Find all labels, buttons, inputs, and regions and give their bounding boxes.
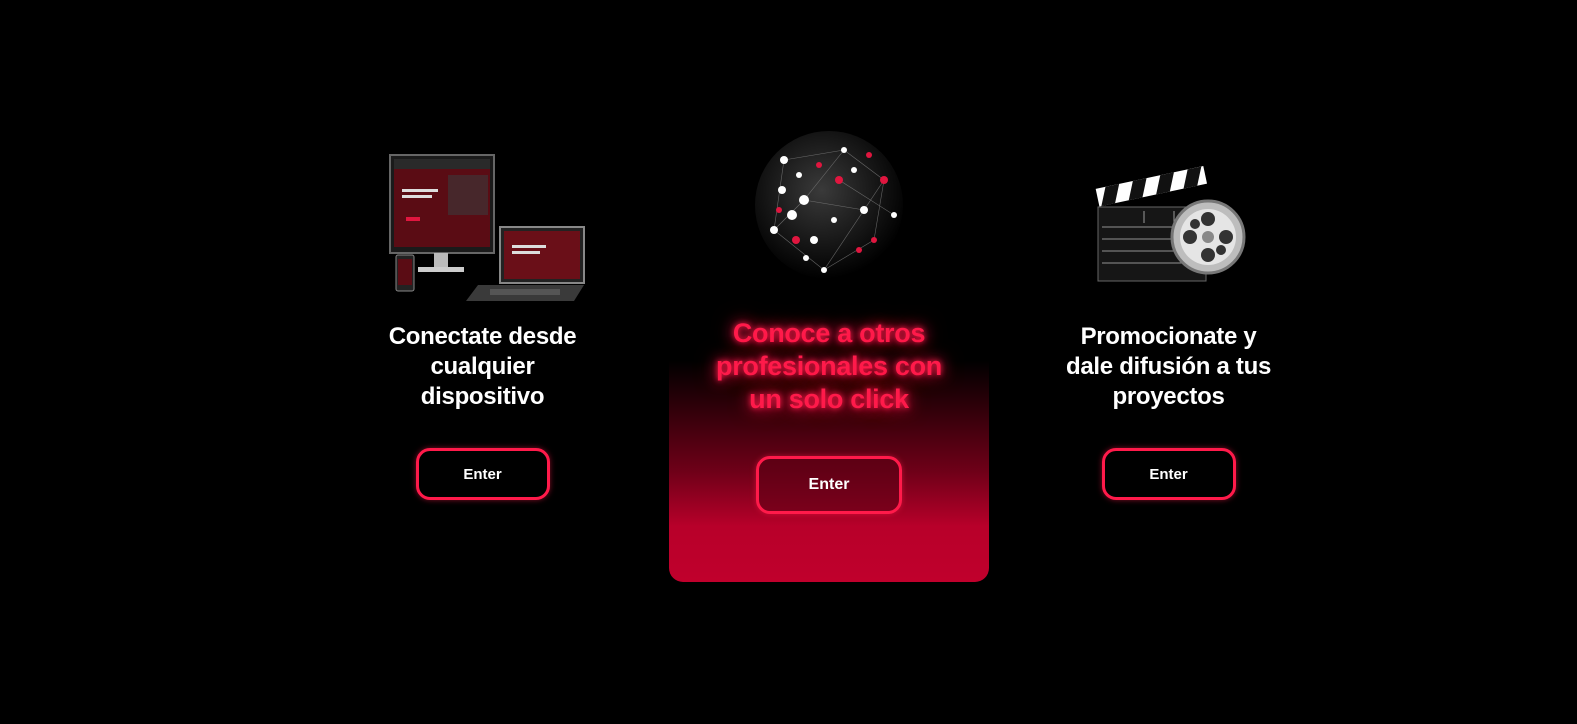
- feature-card-devices: Conectate desde cualquier dispositivo En…: [330, 140, 635, 500]
- card-title: Conectate desde cualquier dispositivo: [388, 323, 577, 410]
- card-title: Conoce a otros profesionales con un solo…: [716, 318, 942, 414]
- card-title: Promocionate y dale difusión a tus proye…: [1066, 323, 1271, 410]
- enter-button[interactable]: Enter: [1101, 448, 1236, 500]
- feature-card-network: Conoce a otros profesionales con un solo…: [669, 120, 989, 582]
- network-globe-icon: [724, 120, 934, 290]
- clapperboard-film-reel-icon: [1064, 140, 1274, 310]
- features-section: Conectate desde cualquier dispositivo En…: [0, 0, 1577, 724]
- enter-button[interactable]: Enter: [756, 456, 902, 514]
- enter-button[interactable]: Enter: [415, 448, 550, 500]
- feature-card-promotion: Promocionate y dale difusión a tus proye…: [1016, 140, 1321, 500]
- devices-icon: [378, 140, 588, 310]
